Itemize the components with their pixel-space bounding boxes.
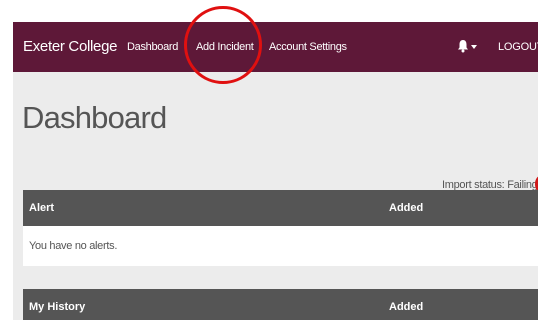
history-column-my-history: My History — [29, 301, 86, 313]
bell-icon[interactable] — [457, 39, 469, 53]
page-title: Dashboard — [22, 100, 167, 135]
history-column-added: Added — [389, 301, 424, 313]
top-navbar: Exeter College Dashboard Add Incident Ac… — [13, 22, 538, 72]
nav-add-incident-link[interactable]: Add Incident — [196, 41, 254, 53]
alerts-column-added: Added — [389, 202, 424, 214]
logout-link[interactable]: LOGOUT — [498, 41, 538, 53]
caret-down-icon[interactable] — [471, 45, 477, 49]
alerts-empty-message: You have no alerts. — [29, 240, 118, 252]
nav-dashboard-link[interactable]: Dashboard — [127, 41, 178, 53]
alerts-table-empty-row: You have no alerts. — [23, 226, 538, 266]
alerts-column-alert: Alert — [29, 202, 55, 214]
history-table-header: My History Added — [23, 289, 538, 320]
app-window: Exeter College Dashboard Add Incident Ac… — [13, 22, 538, 320]
brand-logo[interactable]: Exeter College — [23, 38, 117, 55]
alerts-table-header: Alert Added — [23, 190, 538, 226]
nav-account-settings-link[interactable]: Account Settings — [269, 41, 347, 53]
